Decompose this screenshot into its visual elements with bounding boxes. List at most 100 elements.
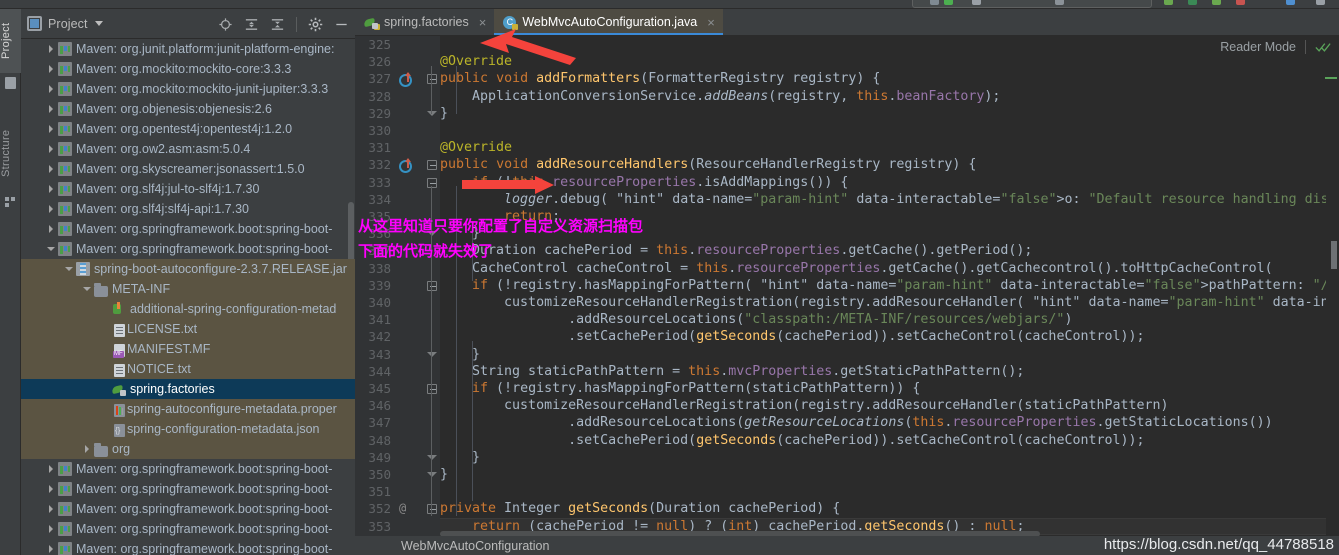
gear-icon[interactable]: [308, 17, 323, 32]
expand-all-icon[interactable]: [244, 17, 259, 32]
gutter-row[interactable]: 340: [355, 294, 440, 311]
fold-collapse-icon[interactable]: [427, 177, 437, 188]
fold-collapse-icon[interactable]: [427, 74, 437, 85]
gutter-row[interactable]: 343: [355, 346, 440, 363]
tree-item[interactable]: spring-autoconfigure-metadata.proper: [21, 399, 355, 419]
gutter-row[interactable]: 328: [355, 88, 440, 105]
gutter-row[interactable]: 347: [355, 414, 440, 431]
fold-end-icon[interactable]: [427, 472, 437, 477]
chevron-right-icon[interactable]: [48, 145, 56, 153]
fold-collapse-icon[interactable]: [427, 384, 437, 394]
project-tree[interactable]: Maven: org.junit.platform:junit-platform…: [21, 39, 355, 555]
tree-item[interactable]: Maven: org.mockito:mockito-junit-jupiter…: [21, 79, 355, 99]
gutter-row[interactable]: 345: [355, 380, 440, 397]
gutter-row[interactable]: 332: [355, 156, 440, 174]
toolbar-icon-2[interactable]: [944, 0, 953, 5]
chevron-right-icon[interactable]: [48, 225, 56, 233]
profile-icon[interactable]: [1212, 0, 1221, 5]
toolbar-icon-1[interactable]: [930, 0, 939, 5]
chevron-right-icon[interactable]: [48, 205, 56, 213]
chevron-down-icon[interactable]: [94, 21, 103, 26]
gutter-row[interactable]: 329: [355, 105, 440, 122]
locate-icon[interactable]: [218, 17, 233, 32]
search-everywhere-icon[interactable]: [1316, 0, 1325, 5]
gutter-row[interactable]: 338: [355, 260, 440, 277]
tree-item[interactable]: Maven: org.slf4j:jul-to-slf4j:1.7.30: [21, 179, 355, 199]
tree-item[interactable]: spring-configuration-metadata.json: [21, 419, 355, 439]
tree-item[interactable]: Maven: org.junit.platform:junit-platform…: [21, 39, 355, 59]
gutter-row[interactable]: 334: [355, 191, 440, 208]
chevron-right-icon[interactable]: [48, 525, 56, 533]
tree-item[interactable]: MANIFEST.MF: [21, 339, 355, 359]
chevron-right-icon[interactable]: [48, 465, 56, 473]
fold-collapse-icon[interactable]: [427, 280, 437, 291]
fold-end-icon[interactable]: [427, 454, 437, 460]
tree-item[interactable]: NOTICE.txt: [21, 359, 355, 379]
layout-icon[interactable]: [1286, 0, 1295, 5]
tree-item[interactable]: Maven: org.slf4j:slf4j-api:1.7.30: [21, 199, 355, 219]
gutter-row[interactable]: 342: [355, 328, 440, 345]
toolbar-icon-4[interactable]: [1055, 0, 1064, 5]
tree-item[interactable]: org: [21, 439, 355, 459]
gutter-row[interactable]: 350: [355, 466, 440, 483]
code-text[interactable]: @Override public void addFormatters(Forma…: [440, 36, 1339, 537]
tree-item[interactable]: Maven: org.springframework.boot:spring-b…: [21, 499, 355, 519]
gutter-row[interactable]: 339: [355, 277, 440, 294]
tree-item[interactable]: Maven: org.objenesis:objenesis:2.6: [21, 99, 355, 119]
chevron-right-icon[interactable]: [48, 485, 56, 493]
tool-tab-structure[interactable]: Structure: [0, 114, 21, 192]
collapse-all-icon[interactable]: [270, 17, 285, 32]
chevron-right-icon[interactable]: [84, 445, 92, 453]
gutter-row[interactable]: 325: [355, 36, 440, 53]
debug-icon[interactable]: [1188, 0, 1197, 5]
tree-item[interactable]: Maven: org.skyscreamer:jsonassert:1.5.0: [21, 159, 355, 179]
implementing-method-icon[interactable]: [399, 158, 412, 174]
gutter-row[interactable]: 326: [355, 53, 440, 70]
fold-end-icon[interactable]: [427, 110, 437, 116]
hide-icon[interactable]: [334, 17, 349, 32]
chevron-right-icon[interactable]: [48, 545, 56, 553]
tree-item[interactable]: Maven: org.springframework.boot:spring-b…: [21, 479, 355, 499]
gutter-row[interactable]: 341: [355, 311, 440, 328]
tree-item[interactable]: Maven: org.ow2.asm:asm:5.0.4: [21, 139, 355, 159]
tree-item[interactable]: Maven: org.springframework.boot:spring-b…: [21, 459, 355, 479]
gutter-row[interactable]: 352 @: [355, 500, 440, 517]
gutter-row[interactable]: 344: [355, 363, 440, 380]
fold-collapse-icon[interactable]: [427, 504, 437, 515]
double-check-icon[interactable]: [1315, 40, 1331, 54]
gutter-row[interactable]: 327: [355, 70, 440, 88]
implementing-method-icon[interactable]: [399, 72, 412, 88]
gutter-row[interactable]: 351: [355, 483, 440, 500]
chevron-right-icon[interactable]: [48, 505, 56, 513]
tree-item[interactable]: Maven: org.mockito:mockito-core:3.3.3: [21, 59, 355, 79]
chevron-right-icon[interactable]: [48, 65, 56, 73]
tree-item[interactable]: Maven: org.opentest4j:opentest4j:1.2.0: [21, 119, 355, 139]
gutter-row[interactable]: 333: [355, 174, 440, 191]
chevron-right-icon[interactable]: [48, 105, 56, 113]
editor-tab[interactable]: spring.factories ×: [355, 9, 494, 35]
chevron-right-icon[interactable]: [48, 165, 56, 173]
error-stripe-marker-gutter[interactable]: [1325, 36, 1339, 537]
fold-collapse-icon[interactable]: [427, 160, 437, 171]
run-icon[interactable]: [1164, 0, 1173, 5]
chevron-right-icon[interactable]: [48, 45, 56, 53]
gutter-row[interactable]: 349: [355, 449, 440, 466]
gutter-row[interactable]: 346: [355, 397, 440, 414]
tree-item[interactable]: Maven: org.springframework.boot:spring-b…: [21, 539, 355, 555]
tree-item[interactable]: Maven: org.springframework.boot:spring-b…: [21, 219, 355, 239]
chevron-down-icon[interactable]: [65, 265, 74, 273]
code-editor[interactable]: 325 326 327 328 329 330 331 332 333 334 335 336 337 3…: [355, 36, 1339, 537]
tree-item[interactable]: spring.factories: [21, 379, 355, 399]
tool-tab-project[interactable]: Project: [0, 9, 21, 73]
annotation-gutter-icon[interactable]: @: [399, 500, 406, 517]
chevron-right-icon[interactable]: [48, 125, 56, 133]
stop-icon[interactable]: [1236, 0, 1245, 5]
toolbar-icon-3[interactable]: [972, 0, 981, 5]
tree-item[interactable]: spring-boot-autoconfigure-2.3.7.RELEASE.…: [21, 259, 355, 279]
chevron-down-icon[interactable]: [47, 245, 56, 253]
editor-gutter[interactable]: 325 326 327 328 329 330 331 332 333 334 335 336 337 3…: [355, 36, 440, 537]
gutter-row[interactable]: 348: [355, 432, 440, 449]
chevron-right-icon[interactable]: [48, 185, 56, 193]
chevron-right-icon[interactable]: [48, 85, 56, 93]
tree-item[interactable]: additional-spring-configuration-metad: [21, 299, 355, 319]
